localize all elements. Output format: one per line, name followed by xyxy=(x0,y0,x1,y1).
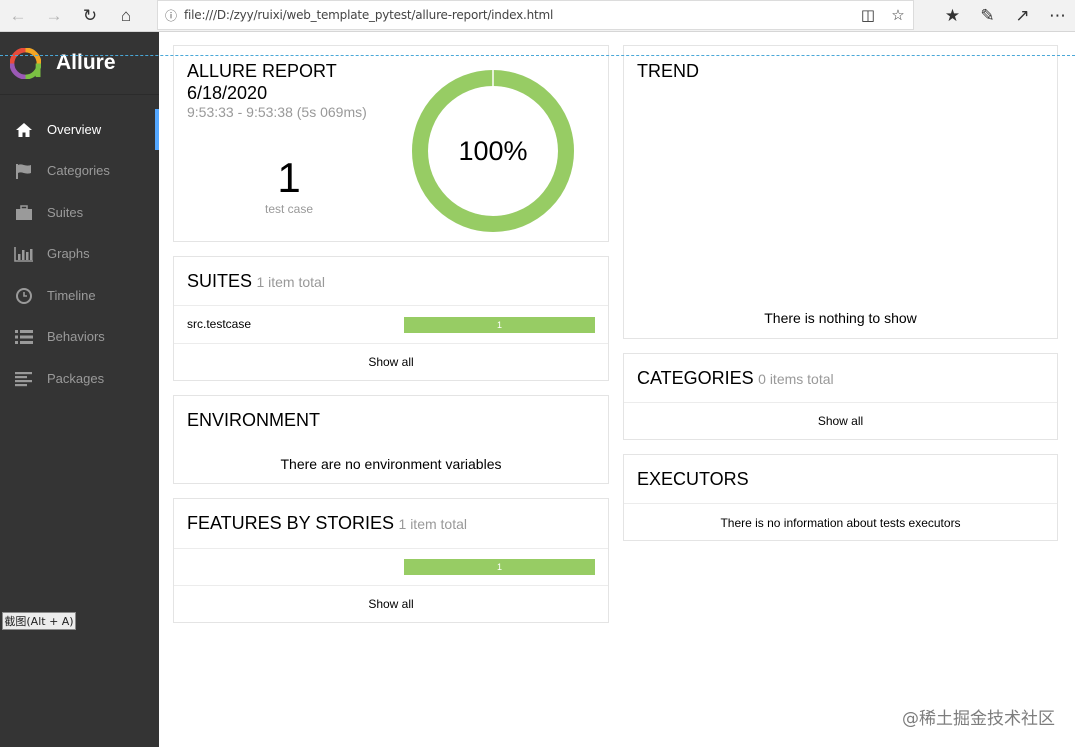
sidebar-item-label: Categories xyxy=(47,163,110,178)
list-icon xyxy=(14,329,34,345)
test-count: 1 xyxy=(277,154,301,201)
report-time-range: 9:53:33 - 9:53:38 (5s 069ms) xyxy=(187,104,367,120)
sidebar-item-suites[interactable]: Suites xyxy=(0,192,159,233)
more-icon[interactable]: ⋯ xyxy=(1040,0,1075,32)
align-left-icon xyxy=(14,371,34,387)
sidebar: Allure Overview Categories Suites Graphs… xyxy=(0,32,159,747)
sidebar-item-packages[interactable]: Packages xyxy=(0,358,159,399)
sidebar-item-categories[interactable]: Categories xyxy=(0,150,159,191)
dashed-guide-line xyxy=(0,55,1075,56)
sidebar-item-label: Timeline xyxy=(47,288,96,303)
feature-passed-bar[interactable]: 1 xyxy=(404,559,595,575)
home-button-icon[interactable]: ⌂ xyxy=(108,0,144,32)
executors-widget: EXECUTORS There is no information about … xyxy=(623,454,1058,541)
divider xyxy=(174,343,608,344)
environment-title: ENVIRONMENT xyxy=(187,410,321,430)
sidebar-item-label: Overview xyxy=(47,122,102,137)
suites-widget: SUITES 1 item total src.testcase 1 Show … xyxy=(173,256,609,381)
reading-view-icon[interactable]: ◫ xyxy=(853,6,883,24)
refresh-icon[interactable]: ↻ xyxy=(72,0,108,32)
trend-title: TREND xyxy=(637,61,699,81)
features-widget: FEATURES BY STORIES 1 item total 1 Show … xyxy=(173,498,609,623)
divider xyxy=(624,402,1057,403)
sidebar-item-timeline[interactable]: Timeline xyxy=(0,275,159,316)
favorites-list-icon[interactable]: ★ xyxy=(935,0,970,32)
flag-icon xyxy=(14,163,34,179)
address-bar[interactable]: ⓘ file:///D:/zyy/ruixi/web_template_pyte… xyxy=(157,0,914,30)
environment-widget: ENVIRONMENT There are no environment var… xyxy=(173,395,609,484)
suites-count: 1 item total xyxy=(256,274,325,290)
favorite-star-icon[interactable]: ☆ xyxy=(883,6,913,24)
allure-logo-icon xyxy=(10,47,41,79)
categories-show-all-link[interactable]: Show all xyxy=(624,414,1057,428)
sidebar-item-behaviors[interactable]: Behaviors xyxy=(0,316,159,357)
url-text[interactable]: file:///D:/zyy/ruixi/web_template_pytest… xyxy=(184,8,853,22)
forward-icon[interactable]: → xyxy=(36,0,72,32)
test-count-label: test case xyxy=(264,202,314,216)
home-icon xyxy=(14,122,34,138)
table-row[interactable]: src.testcase 1 xyxy=(174,306,608,343)
suite-name: src.testcase xyxy=(187,317,252,331)
sidebar-item-label: Packages xyxy=(47,371,105,386)
share-icon[interactable]: ↗ xyxy=(1005,0,1040,32)
executors-title: EXECUTORS xyxy=(637,469,749,489)
divider xyxy=(624,503,1057,504)
features-show-all-link[interactable]: Show all xyxy=(174,597,608,611)
success-percent: 100% xyxy=(458,136,528,166)
pen-icon[interactable]: ✎ xyxy=(970,0,1005,32)
categories-widget: CATEGORIES 0 items total Show all xyxy=(623,353,1058,440)
executors-empty-message: There is no information about tests exec… xyxy=(720,516,961,530)
sidebar-item-label: Graphs xyxy=(47,246,90,261)
watermark-text: @稀土掘金技术社区 xyxy=(902,709,1055,729)
features-count: 1 item total xyxy=(398,516,467,532)
trend-empty-message: There is nothing to show xyxy=(764,310,917,326)
sidebar-item-overview[interactable]: Overview xyxy=(0,109,159,150)
suites-show-all-link[interactable]: Show all xyxy=(174,355,608,369)
bar-chart-icon xyxy=(14,246,34,262)
back-icon[interactable]: ← xyxy=(0,0,36,32)
trend-widget: TREND There is nothing to show xyxy=(623,45,1058,339)
brand[interactable]: Allure xyxy=(0,32,159,95)
categories-count: 0 items total xyxy=(758,371,834,387)
briefcase-icon xyxy=(14,204,34,221)
table-row[interactable]: 1 xyxy=(174,549,608,585)
sidebar-item-label: Suites xyxy=(47,205,84,220)
report-title: ALLURE REPORT xyxy=(187,61,337,81)
categories-title: CATEGORIES xyxy=(637,368,754,388)
features-title: FEATURES BY STORIES xyxy=(187,513,395,533)
info-icon[interactable]: ⓘ xyxy=(158,7,184,24)
screenshot-tooltip: 截图(Alt + A) xyxy=(2,612,76,630)
sidebar-item-graphs[interactable]: Graphs xyxy=(0,233,159,274)
report-date: 6/18/2020 xyxy=(187,83,268,103)
clock-icon xyxy=(14,287,34,304)
divider xyxy=(174,585,608,586)
suites-title: SUITES xyxy=(187,271,253,291)
environment-empty-message: There are no environment variables xyxy=(280,456,502,472)
summary-widget: ALLURE REPORT 6/18/2020 9:53:33 - 9:53:3… xyxy=(173,45,609,242)
suite-passed-bar[interactable]: 1 xyxy=(404,317,595,333)
sidebar-item-label: Behaviors xyxy=(47,329,105,344)
